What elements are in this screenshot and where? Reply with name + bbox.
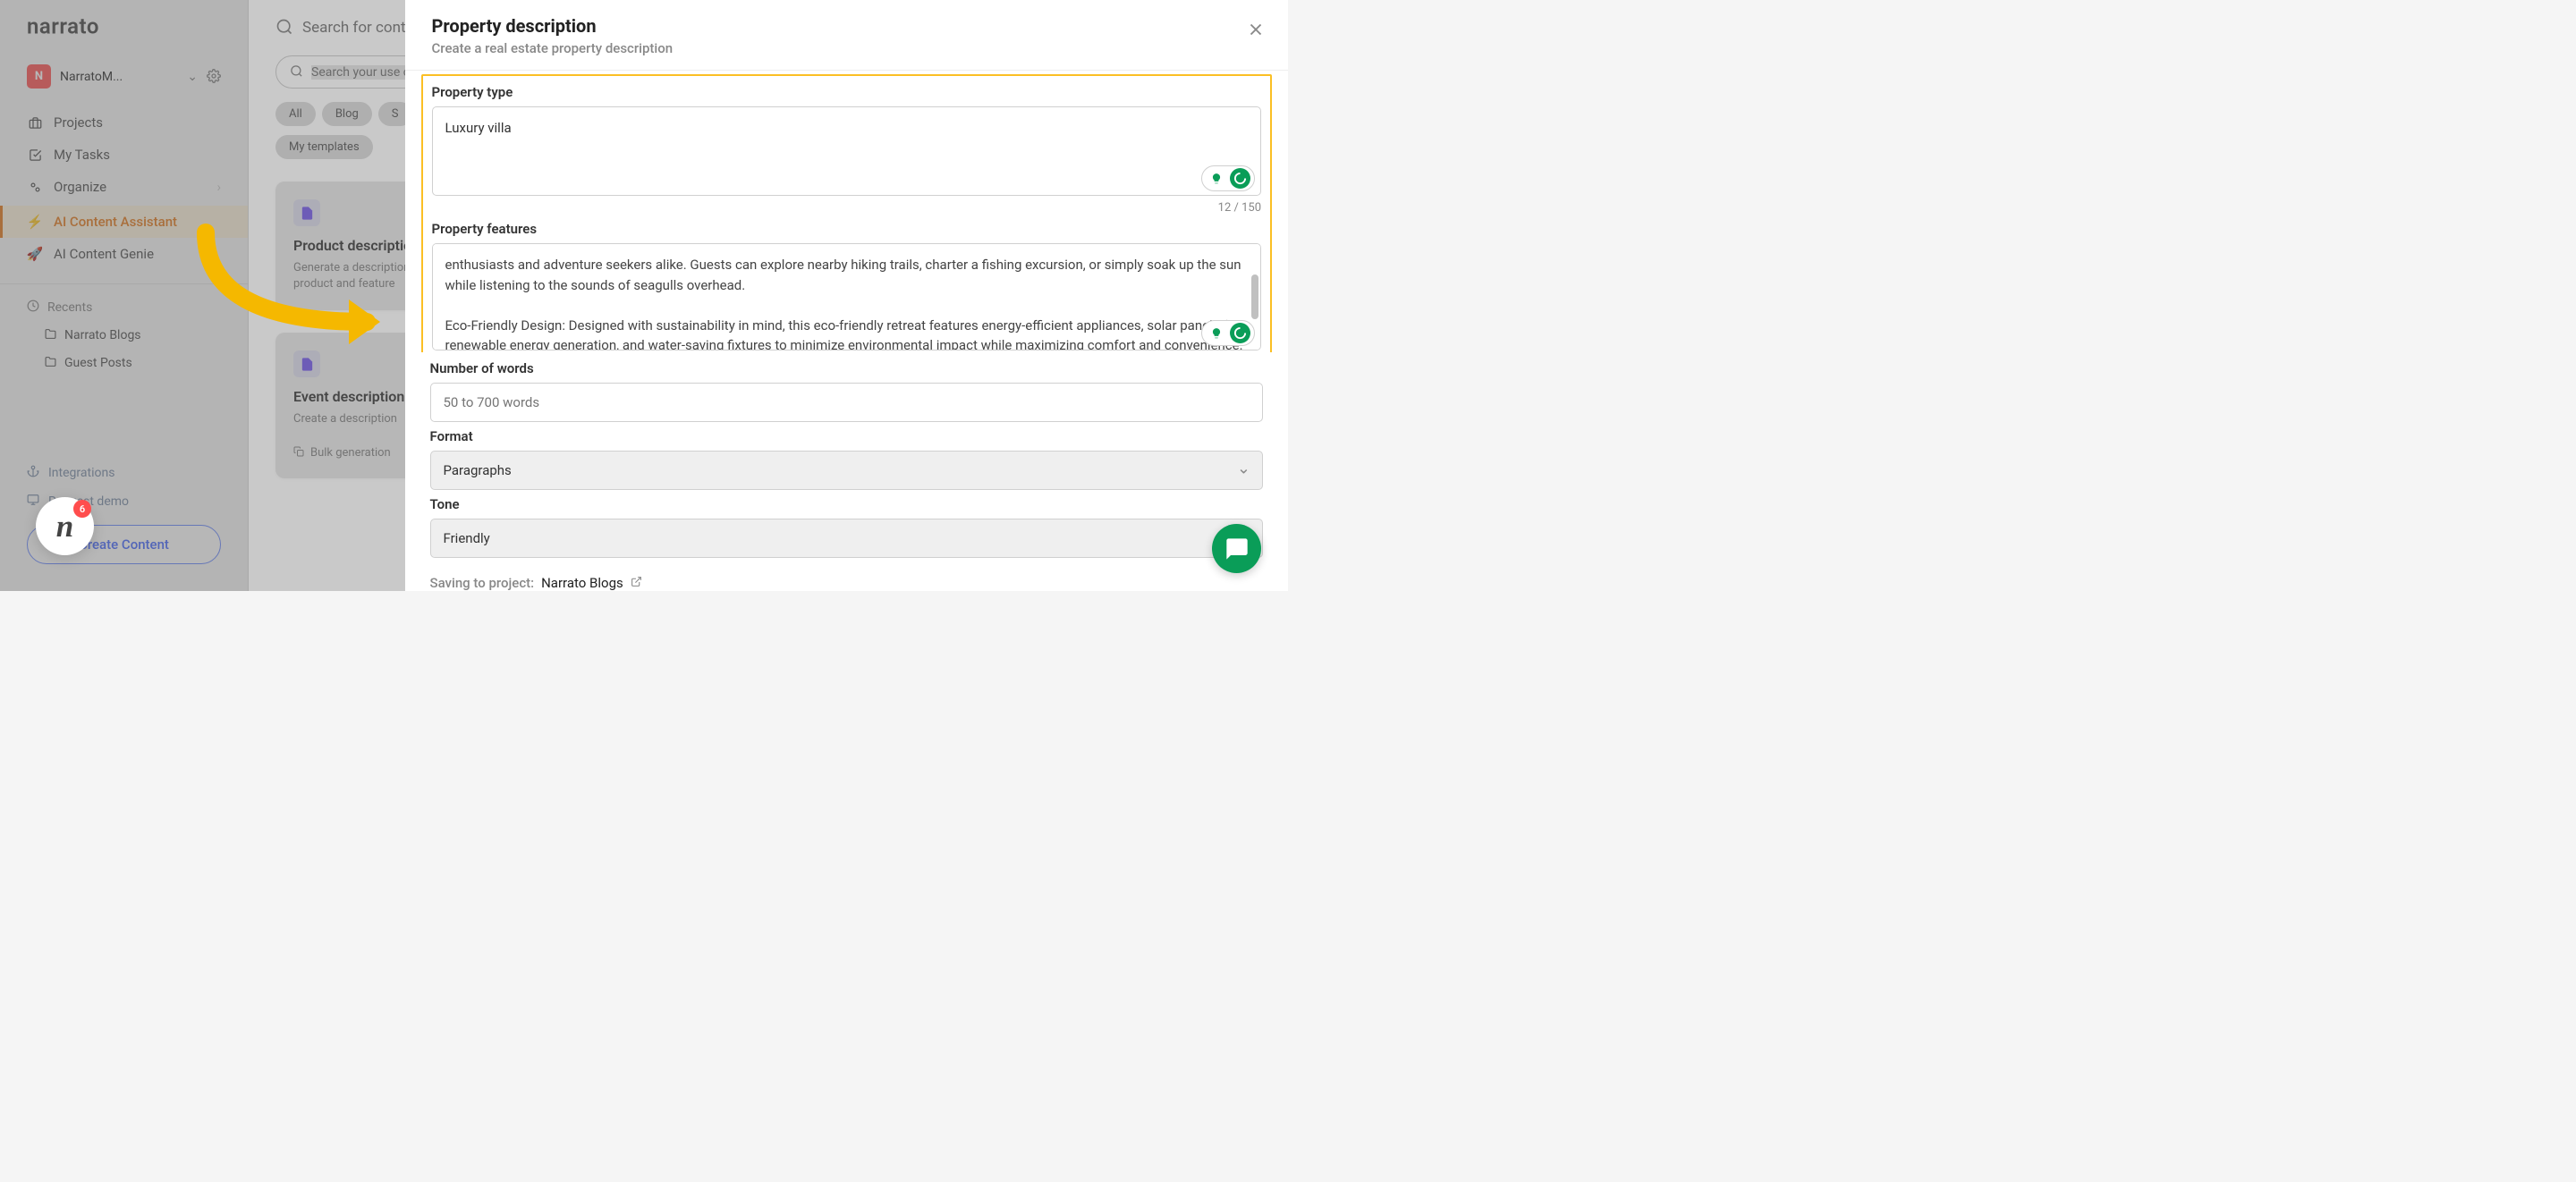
format-select[interactable]: Paragraphs [430,451,1264,490]
property-type-input[interactable] [432,106,1262,196]
notification-fab[interactable]: n 6 [36,497,94,555]
property-type-label: Property type [432,84,1262,100]
saving-to-project: Saving to project: Narrato Blogs [405,564,1289,591]
words-input[interactable] [430,383,1264,422]
grammarly-badges[interactable] [1201,320,1255,346]
grammarly-suggest-icon[interactable] [1206,168,1226,189]
words-label: Number of words [430,360,1264,376]
close-icon [1246,20,1266,39]
grammarly-suggest-icon[interactable] [1206,323,1226,343]
close-button[interactable] [1246,20,1266,44]
property-features-input[interactable] [432,243,1262,350]
saving-label: Saving to project: [430,575,535,591]
grammarly-badges[interactable] [1201,165,1255,191]
property-type-counter: 12 / 150 [432,201,1262,215]
external-link-icon[interactable] [631,575,642,591]
property-features-label: Property features [432,221,1262,237]
grammarly-status-icon[interactable] [1230,168,1250,189]
narrato-n-icon: n [56,509,73,545]
saving-project-name[interactable]: Narrato Blogs [541,575,623,591]
property-description-modal: Property description Create a real estat… [405,0,1289,591]
tone-label: Tone [430,496,1264,512]
grammarly-status-icon[interactable] [1230,323,1250,343]
notification-badge: 6 [73,500,91,518]
highlighted-section: Property type 12 / 150 Property feat [421,74,1273,352]
modal-title: Property description [432,15,1262,37]
scrollbar-thumb[interactable] [1251,274,1258,319]
modal-header: Property description Create a real estat… [405,0,1289,71]
chat-icon [1224,536,1250,561]
modal-subtitle: Create a real estate property descriptio… [432,40,1262,56]
tone-select[interactable]: Friendly [430,519,1264,558]
format-label: Format [430,428,1264,444]
chat-fab[interactable] [1212,524,1261,573]
